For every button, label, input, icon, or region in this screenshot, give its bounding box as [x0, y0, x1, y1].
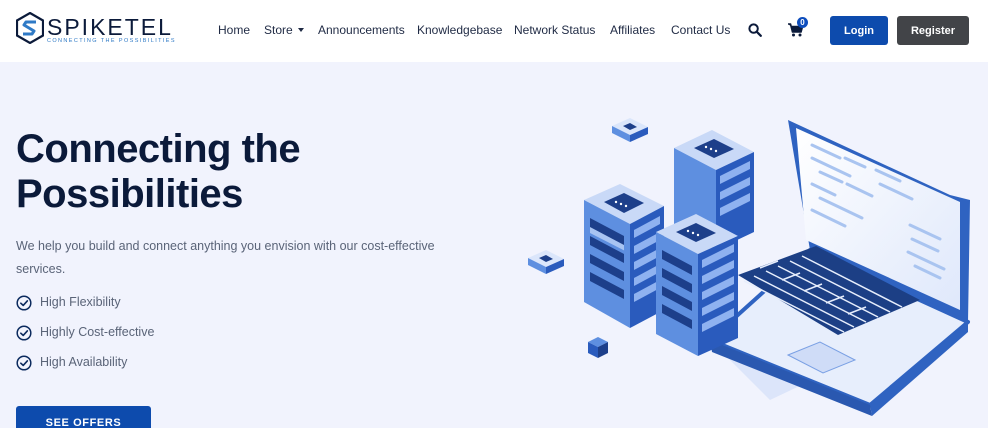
- hero-title: Connecting the Possibilities: [16, 127, 376, 217]
- nav-store-label: Store: [264, 23, 293, 37]
- feature-text: High Flexibility: [40, 295, 121, 309]
- feature-text: Highly Cost-effective: [40, 325, 155, 339]
- floating-cube: [528, 250, 564, 274]
- floating-cube: [612, 118, 648, 142]
- nav-contact-us[interactable]: Contact Us: [671, 23, 730, 37]
- nav-knowledgebase[interactable]: Knowledgebase: [417, 23, 502, 37]
- hero-title-line2: Possibilities: [16, 172, 243, 216]
- feature-item: High Flexibility: [16, 293, 216, 313]
- feature-item: Highly Cost-effective: [16, 323, 216, 343]
- login-button[interactable]: Login: [830, 16, 888, 45]
- check-circle-icon: [16, 355, 32, 371]
- chevron-down-icon: [297, 28, 304, 32]
- nav-announcements[interactable]: Announcements: [318, 23, 405, 37]
- register-button[interactable]: Register: [897, 16, 969, 45]
- check-circle-icon: [16, 295, 32, 311]
- feature-item: High Availability: [16, 353, 216, 373]
- server-rack: [584, 184, 664, 328]
- floating-cube: [588, 337, 608, 358]
- cart-count-badge: 0: [797, 17, 808, 28]
- nav-network-status[interactable]: Network Status: [514, 23, 595, 37]
- check-circle-icon: [16, 325, 32, 341]
- search-icon[interactable]: [748, 23, 762, 37]
- logo-mark-icon: [16, 12, 44, 44]
- hero-illustration: [528, 118, 970, 416]
- hero-subtitle: We help you build and connect anything y…: [16, 239, 435, 276]
- server-rack: [656, 214, 738, 356]
- nav-store[interactable]: Store: [264, 23, 304, 37]
- hero-title-line1: Connecting the: [16, 127, 301, 171]
- site-header: SPIKETEL Connecting the Possibilities Ho…: [0, 0, 988, 62]
- nav-affiliates[interactable]: Affiliates: [610, 23, 655, 37]
- see-offers-button[interactable]: SEE OFFERS: [16, 406, 151, 428]
- brand-logo[interactable]: SPIKETEL Connecting the Possibilities: [16, 12, 175, 48]
- feature-text: High Availability: [40, 355, 128, 369]
- brand-name: SPIKETEL: [47, 14, 173, 40]
- nav-home[interactable]: Home: [218, 23, 250, 37]
- brand-tagline: Connecting the Possibilities: [47, 38, 176, 44]
